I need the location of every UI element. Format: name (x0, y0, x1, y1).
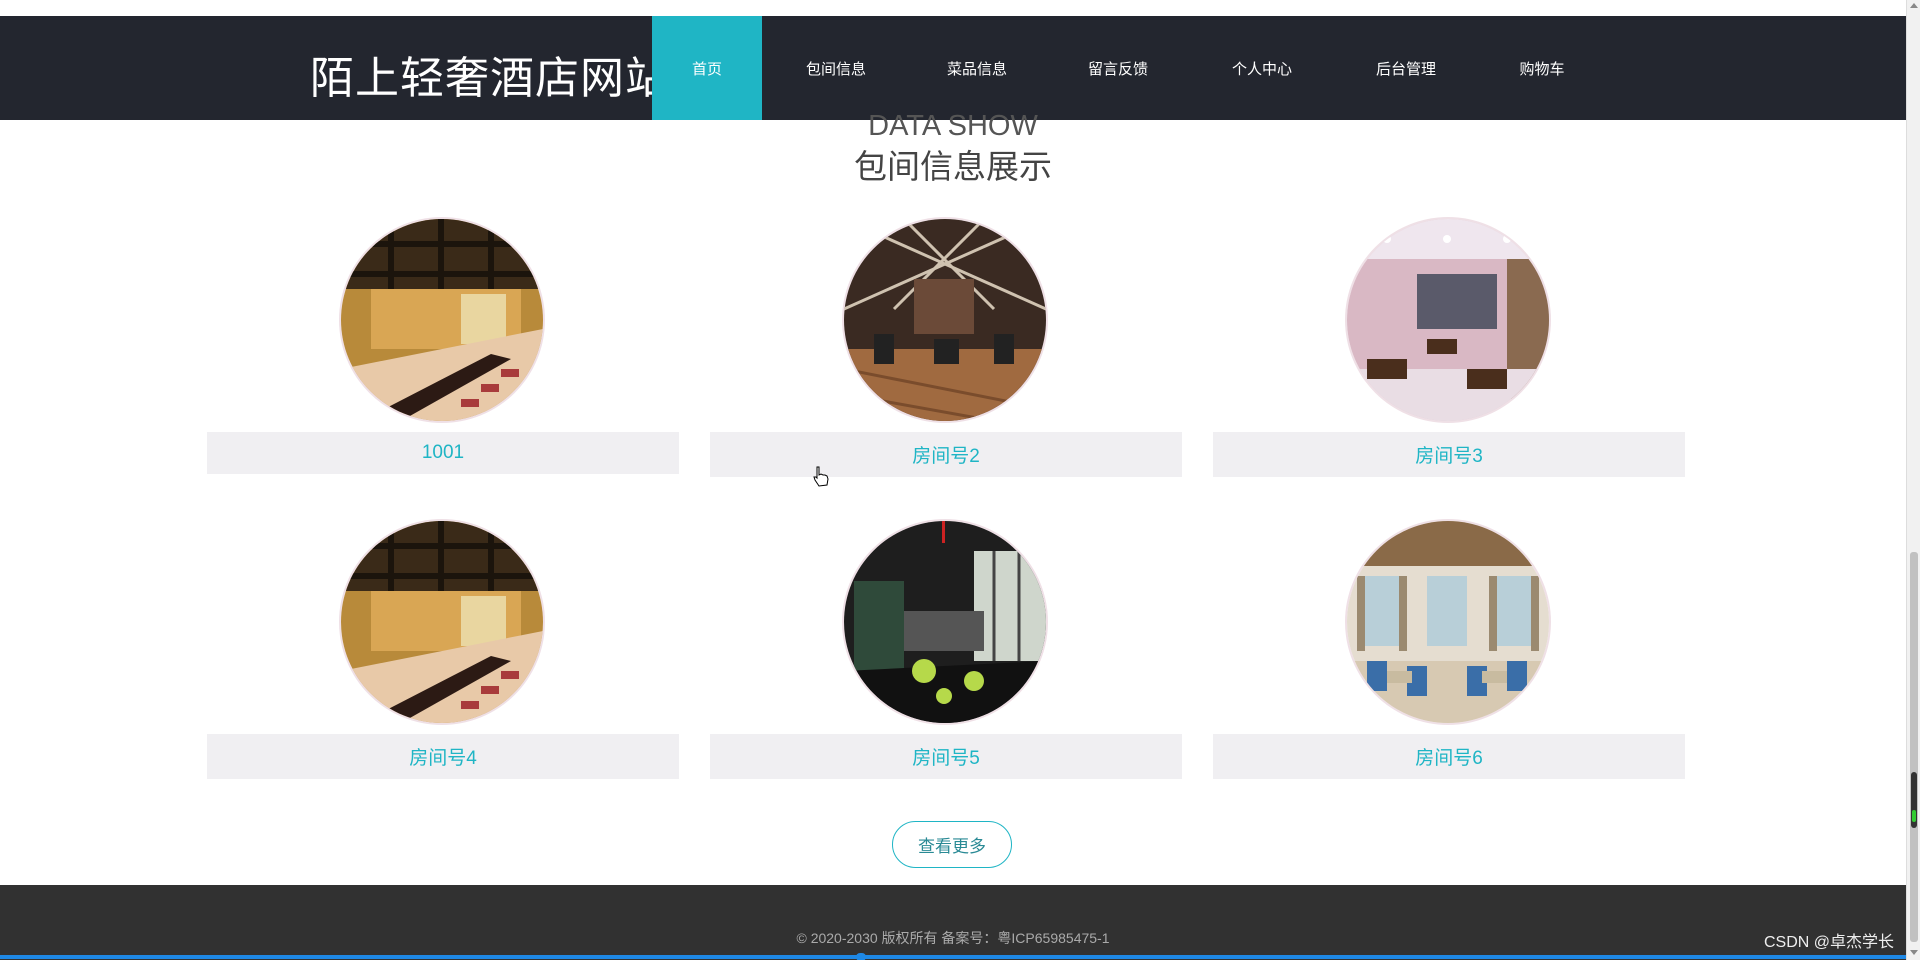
section-header: DATA SHOW 包间信息展示 (0, 108, 1906, 190)
room-photo-4[interactable] (341, 521, 543, 723)
room-photo-2[interactable] (844, 219, 1046, 421)
page: 陌上轻奢酒店网站 首页 包间信息 菜品信息 留言反馈 个人中心 后台管理 购物车… (0, 0, 1906, 960)
room-photo-6[interactable] (1347, 521, 1549, 723)
room-label-2[interactable]: 房间号2 (710, 432, 1182, 477)
nav-item-rooms[interactable]: 包间信息 (762, 16, 910, 120)
nav-item-feedback[interactable]: 留言反馈 (1044, 16, 1192, 120)
room-label-5[interactable]: 房间号5 (710, 734, 1182, 779)
nav-item-admin[interactable]: 后台管理 (1332, 16, 1480, 120)
site-footer: © 2020-2030 版权所有 备案号：粤ICP65985475-1 (0, 885, 1906, 960)
nav-item-profile[interactable]: 个人中心 (1192, 16, 1332, 120)
nav-item-cart[interactable]: 购物车 (1480, 16, 1604, 120)
nav-item-dishes[interactable]: 菜品信息 (910, 16, 1044, 120)
top-strip (0, 8, 1906, 16)
footer-progress-line (0, 955, 1906, 959)
view-more-button[interactable]: 查看更多 (892, 821, 1012, 868)
hand-cursor-icon (812, 466, 830, 492)
scroll-up-arrow-icon[interactable] (1910, 3, 1918, 8)
site-title[interactable]: 陌上轻奢酒店网站 (310, 42, 670, 106)
vertical-scrollbar[interactable] (1906, 0, 1920, 960)
scroll-down-arrow-icon[interactable] (1910, 950, 1918, 955)
room-label-6[interactable]: 房间号6 (1213, 734, 1685, 779)
section-title-zh: 包间信息展示 (854, 147, 1052, 186)
room-photo-1[interactable] (341, 219, 543, 421)
main-nav: 首页 包间信息 菜品信息 留言反馈 个人中心 后台管理 购物车 (652, 16, 1604, 120)
section-title-en: DATA SHOW (868, 110, 1038, 142)
room-label-1[interactable]: 1001 (207, 432, 679, 474)
nav-item-home[interactable]: 首页 (652, 16, 762, 120)
scroll-indicator-green (1912, 810, 1916, 822)
site-header: 陌上轻奢酒店网站 首页 包间信息 菜品信息 留言反馈 个人中心 后台管理 购物车 (0, 16, 1906, 120)
room-photo-5[interactable] (844, 521, 1046, 723)
room-label-3[interactable]: 房间号3 (1213, 432, 1685, 477)
browser-viewport: 陌上轻奢酒店网站 首页 包间信息 菜品信息 留言反馈 个人中心 后台管理 购物车… (0, 0, 1920, 960)
room-label-4[interactable]: 房间号4 (207, 734, 679, 779)
progress-dot (856, 953, 866, 960)
watermark: CSDN @卓杰学长 (1764, 934, 1895, 951)
room-photo-3[interactable] (1347, 219, 1549, 421)
scrollbar-thumb[interactable] (1910, 552, 1918, 942)
copyright-text: © 2020-2030 版权所有 备案号：粤ICP65985475-1 (796, 930, 1110, 946)
